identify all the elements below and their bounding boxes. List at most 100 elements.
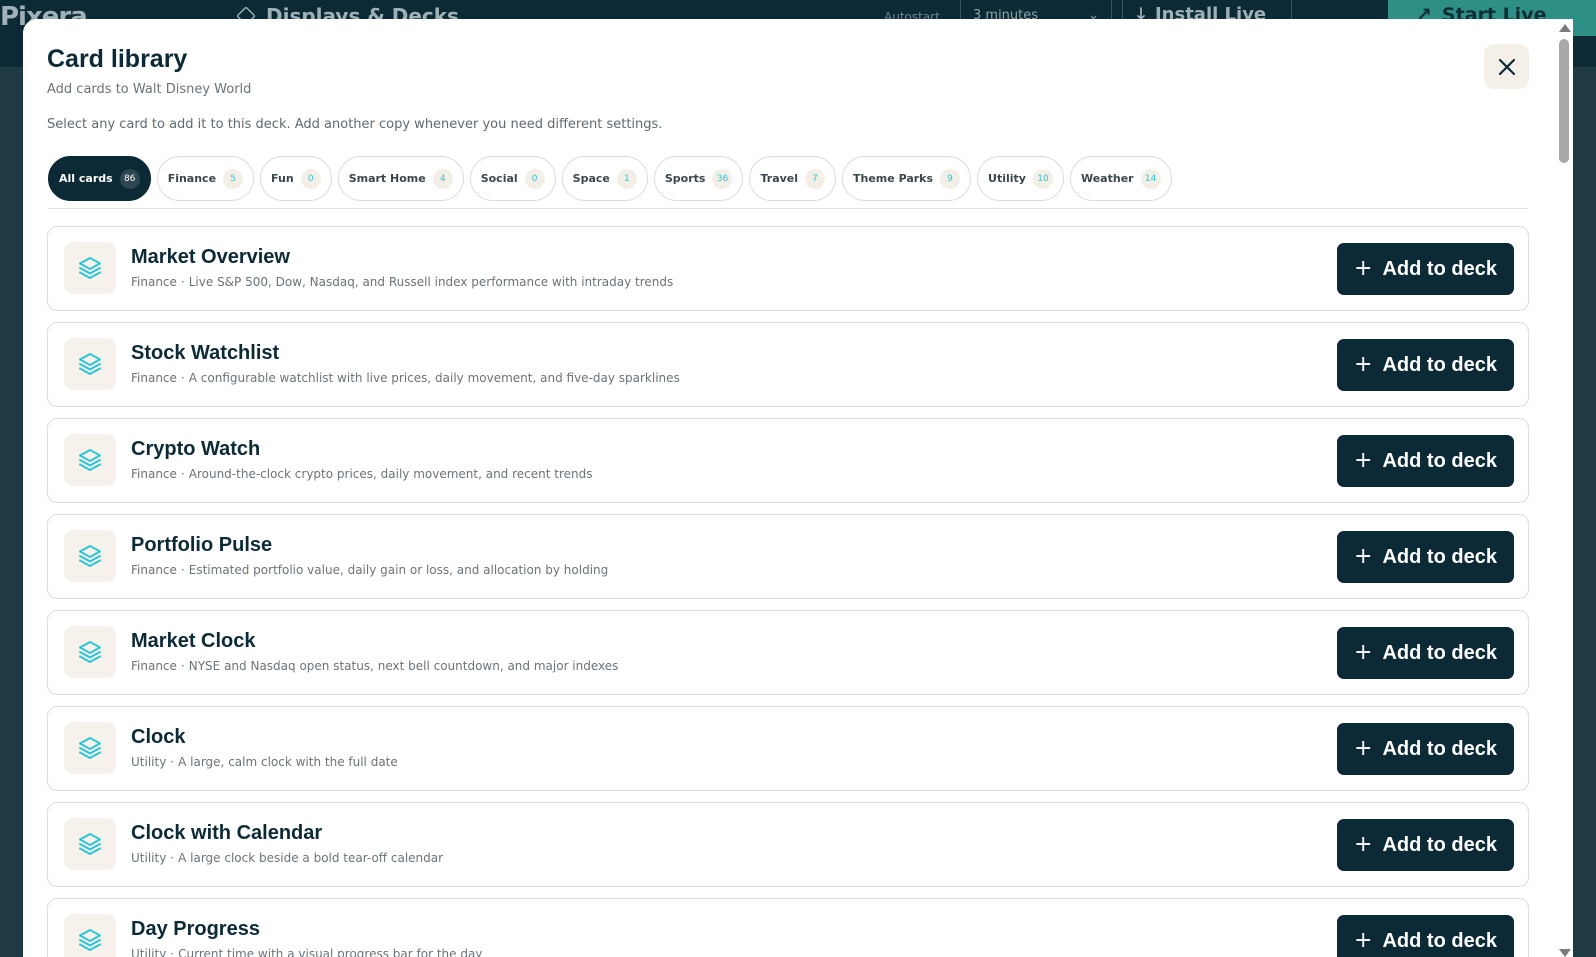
card-title: Market Overview — [131, 246, 290, 268]
filter-chip-label: Weather — [1080, 172, 1134, 185]
scrollbar-thumb[interactable] — [1559, 39, 1569, 163]
plus-icon: + — [1354, 544, 1373, 569]
card-description: Finance · NYSE and Nasdaq open status, nex… — [131, 659, 618, 673]
filter-chip-label: Utility — [988, 172, 1026, 185]
card-description: Utility · A large clock beside a bold tear… — [131, 851, 443, 865]
filter-chip-all-cards[interactable]: All cards 86 — [48, 156, 151, 201]
filter-chip-label: Space — [572, 172, 610, 185]
filter-chip-label: Travel — [760, 172, 799, 185]
card-description-text: Around-the-clock crypto prices, daily mo… — [188, 467, 593, 481]
scroll-up-arrow-icon[interactable] — [1559, 24, 1571, 32]
layers-icon — [64, 338, 116, 390]
separator-dot: · — [180, 659, 185, 673]
card-category: Finance — [131, 467, 177, 481]
add-to-deck-label: Add to deck — [1382, 833, 1497, 856]
card-category: Utility — [131, 755, 167, 769]
plus-icon: + — [1354, 448, 1373, 473]
close-button[interactable] — [1484, 44, 1529, 89]
card-description-text: NYSE and Nasdaq open status, next bell c… — [188, 659, 619, 673]
separator-dot: · — [170, 755, 175, 769]
card-description-text: Live S&P 500, Dow, Nasdaq, and Russell i… — [188, 275, 674, 289]
add-to-deck-button[interactable]: + Add to deck — [1337, 915, 1514, 957]
separator-dot: · — [180, 275, 185, 289]
divider — [48, 208, 1528, 209]
layers-icon — [64, 626, 116, 678]
add-to-deck-label: Add to deck — [1382, 449, 1497, 472]
close-icon — [1498, 58, 1515, 75]
filter-chip-count: 0 — [300, 168, 321, 189]
card-title: Clock — [131, 726, 186, 748]
card-list: Market Overview Finance · Live S&P 500, Dow… — [47, 226, 1529, 957]
filter-chip-count: 5 — [223, 168, 244, 189]
filter-chip-count: 14 — [1140, 168, 1161, 189]
layers-icon — [64, 530, 116, 582]
add-to-deck-button[interactable]: + Add to deck — [1337, 819, 1514, 871]
add-to-deck-button[interactable]: + Add to deck — [1337, 243, 1514, 295]
filter-chip-count: 9 — [940, 168, 961, 189]
filter-chip-weather[interactable]: Weather 14 — [1069, 156, 1172, 201]
filter-chip-count: 0 — [524, 168, 545, 189]
card-row[interactable]: Stock Watchlist Finance · A configurable wa… — [47, 322, 1529, 407]
card-description-text: Estimated portfolio value, daily gain or… — [188, 563, 609, 577]
add-to-deck-label: Add to deck — [1382, 353, 1497, 376]
card-description: Utility · A large, calm clock with the ful… — [131, 755, 398, 769]
card-library-modal: Card library Add cards to Walt Disney Wo… — [23, 19, 1573, 957]
filter-chip-utility[interactable]: Utility 10 — [977, 156, 1064, 201]
card-row[interactable]: Clock Utility · A large, calm clock with th… — [47, 706, 1529, 791]
filter-chip-theme-parks[interactable]: Theme Parks 9 — [842, 156, 972, 201]
filter-chip-count: 7 — [805, 168, 826, 189]
card-category: Finance — [131, 563, 177, 577]
card-row[interactable]: Day Progress Utility · Current time with a … — [47, 898, 1529, 957]
plus-icon: + — [1354, 640, 1373, 665]
add-to-deck-label: Add to deck — [1382, 737, 1497, 760]
filter-chip-count: 86 — [119, 168, 140, 189]
filter-chip-label: All cards — [59, 172, 113, 185]
card-title: Stock Watchlist — [131, 342, 280, 364]
card-category: Finance — [131, 659, 177, 673]
filter-chip-label: Smart Home — [348, 172, 426, 185]
add-to-deck-label: Add to deck — [1382, 257, 1497, 280]
card-row[interactable]: Market Clock Finance · NYSE and Nasdaq open… — [47, 610, 1529, 695]
separator-dot: · — [170, 851, 175, 865]
card-row[interactable]: Market Overview Finance · Live S&P 500, Dow… — [47, 226, 1529, 311]
add-to-deck-label: Add to deck — [1382, 545, 1497, 568]
card-title: Day Progress — [131, 918, 260, 940]
card-row[interactable]: Clock with Calendar Utility · A large clock… — [47, 802, 1529, 887]
plus-icon: + — [1354, 736, 1373, 761]
filter-chip-label: Finance — [167, 172, 217, 185]
filter-chip-fun[interactable]: Fun 0 — [260, 156, 332, 201]
add-to-deck-button[interactable]: + Add to deck — [1337, 339, 1514, 391]
filter-chip-count: 10 — [1032, 168, 1053, 189]
card-row[interactable]: Crypto Watch Finance · Around-the-clock cry… — [47, 418, 1529, 503]
add-to-deck-button[interactable]: + Add to deck — [1337, 627, 1514, 679]
card-title: Crypto Watch — [131, 438, 261, 460]
filter-chip-count: 4 — [432, 168, 453, 189]
filter-chip-social[interactable]: Social 0 — [469, 156, 556, 201]
scrollbar[interactable] — [1556, 19, 1573, 957]
filter-chip-travel[interactable]: Travel 7 — [749, 156, 837, 201]
add-to-deck-label: Add to deck — [1382, 641, 1497, 664]
add-to-deck-button[interactable]: + Add to deck — [1337, 723, 1514, 775]
plus-icon: + — [1354, 928, 1373, 953]
filter-chip-finance[interactable]: Finance 5 — [156, 156, 255, 201]
layers-icon — [64, 242, 116, 294]
modal-subtitle: Add cards to Walt Disney World — [47, 82, 252, 97]
filter-chip-label: Social — [480, 172, 518, 185]
card-category: Utility — [131, 947, 167, 957]
card-category: Finance — [131, 275, 177, 289]
filter-chip-label: Theme Parks — [853, 172, 934, 185]
modal-title: Card library — [47, 45, 188, 73]
add-to-deck-button[interactable]: + Add to deck — [1337, 531, 1514, 583]
filter-chip-count: 36 — [712, 168, 733, 189]
filter-chip-count: 1 — [616, 168, 637, 189]
filter-chip-space[interactable]: Space 1 — [561, 156, 648, 201]
filter-chip-smart-home[interactable]: Smart Home 4 — [337, 156, 464, 201]
separator-dot: · — [180, 563, 185, 577]
filter-chip-sports[interactable]: Sports 36 — [653, 156, 744, 201]
add-to-deck-button[interactable]: + Add to deck — [1337, 435, 1514, 487]
card-description-text: A large clock beside a bold tear-off cal… — [178, 851, 444, 865]
card-description: Finance · Estimated portfolio value, daily… — [131, 563, 608, 577]
card-row[interactable]: Portfolio Pulse Finance · Estimated portfol… — [47, 514, 1529, 599]
modal-intro: Select any card to add it to this deck. … — [47, 117, 663, 132]
scroll-down-arrow-icon[interactable] — [1559, 949, 1571, 957]
